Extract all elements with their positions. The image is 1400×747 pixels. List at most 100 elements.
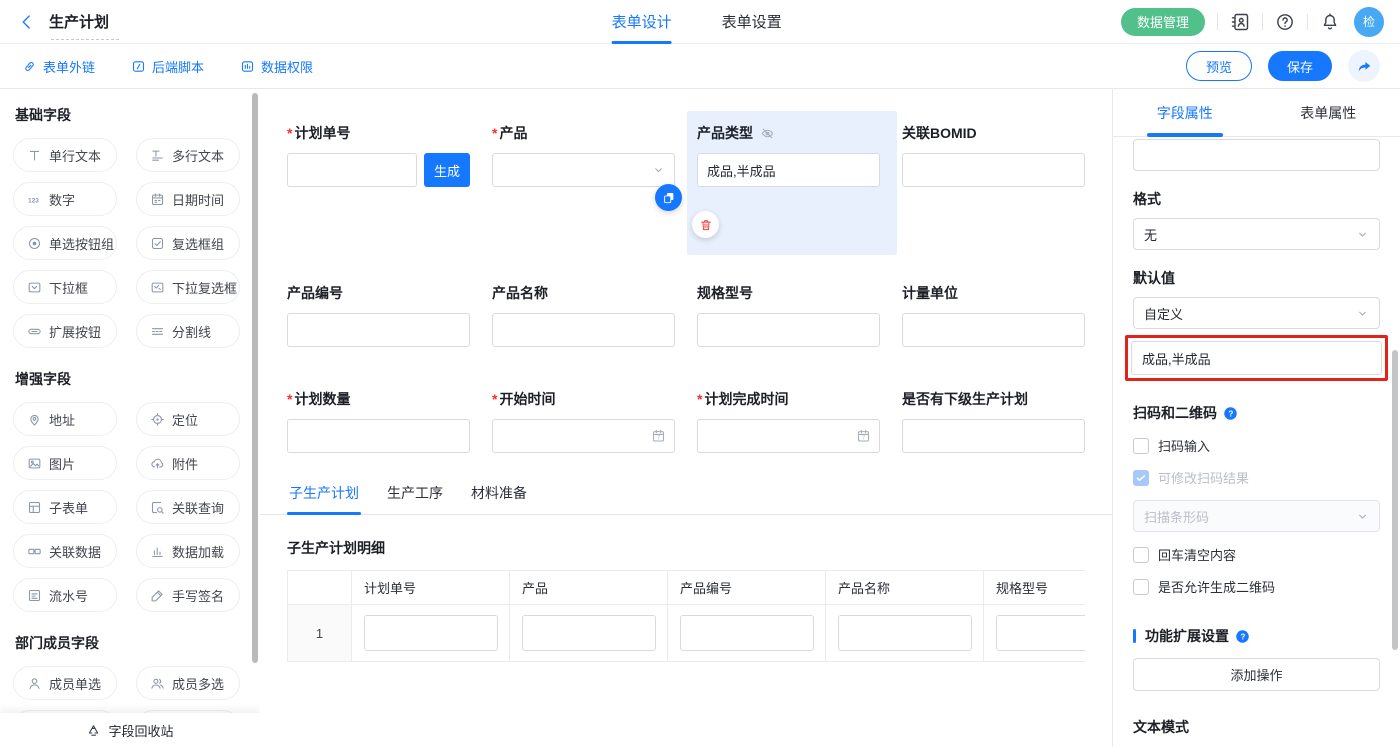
properties-tab-form[interactable]: 表单属性	[1257, 89, 1400, 136]
default-value-mode-select[interactable]: 自定义	[1133, 297, 1380, 329]
canvas-field-关联BOMID[interactable]: 关联BOMID	[902, 111, 1085, 241]
toolbar-link-数据权限[interactable]: 数据权限	[240, 57, 313, 76]
properties-scrollbar[interactable]	[1392, 350, 1398, 650]
properties-tab-field[interactable]: 字段属性	[1113, 89, 1257, 136]
scan-section-header: 扫码和二维码 ?	[1133, 403, 1380, 423]
field-pill-成员单选[interactable]: 成员单选	[13, 666, 117, 700]
canvas-field-计划单号[interactable]: *计划单号生成	[287, 111, 470, 241]
field-pill-定位[interactable]: 定位	[136, 402, 240, 436]
canvas-field-产品类型[interactable]: 产品类型	[697, 111, 880, 241]
format-label: 格式	[1133, 189, 1380, 209]
field-pill-子表单[interactable]: 子表单	[13, 490, 117, 524]
field-pill-label: 图片	[49, 454, 75, 473]
contacts-icon[interactable]	[1230, 12, 1250, 32]
field-input[interactable]	[697, 419, 880, 453]
field-pill-下拉复选框[interactable]: 下拉复选框	[136, 270, 240, 304]
field-input[interactable]	[287, 313, 470, 347]
canvas-field-产品名称[interactable]: 产品名称	[492, 271, 675, 347]
field-pill-关联数据[interactable]: 关联数据	[13, 534, 117, 568]
canvas-field-规格型号[interactable]: 规格型号	[697, 271, 880, 347]
field-input[interactable]	[492, 419, 675, 453]
delete-field-button[interactable]	[692, 211, 719, 238]
field-pill-下拉框[interactable]: 下拉框	[13, 270, 117, 304]
checkbox-unchecked[interactable]	[1133, 579, 1149, 595]
canvas-field-计划数量[interactable]: *计划数量	[287, 377, 470, 453]
field-pill-数据加载[interactable]: 数据加载	[136, 534, 240, 568]
checkbox-option-是否允许生成二维码[interactable]: 是否允许生成二维码	[1133, 577, 1380, 596]
generate-button[interactable]: 生成	[424, 153, 470, 187]
add-operation-button[interactable]: 添加操作	[1133, 658, 1380, 691]
question-icon[interactable]: ?	[1235, 629, 1250, 644]
main-tab-form-design[interactable]: 表单设计	[612, 0, 672, 44]
field-pill-关联查询[interactable]: 关联查询	[136, 490, 240, 524]
field-pill-手写签名[interactable]: 手写签名	[136, 578, 240, 612]
subtable-cell-input-计划单号[interactable]	[364, 615, 498, 651]
bell-icon[interactable]	[1320, 12, 1340, 32]
checkbox-option-回车清空内容[interactable]: 回车清空内容	[1133, 545, 1380, 564]
checkbox-unchecked[interactable]	[1133, 438, 1149, 454]
subform-tab-生产工序[interactable]: 生产工序	[385, 483, 445, 515]
preview-button[interactable]: 预览	[1186, 51, 1252, 81]
checkbox-option-扫码输入[interactable]: 扫码输入	[1133, 436, 1380, 455]
subtable-cell-input-产品[interactable]	[522, 615, 656, 651]
main-tab-form-settings[interactable]: 表单设置	[722, 0, 782, 44]
canvas-field-产品[interactable]: *产品	[492, 111, 675, 241]
field-pill-分割线[interactable]: 分割线	[136, 314, 240, 348]
field-pill-多行文本[interactable]: 多行文本	[136, 138, 240, 172]
field-pill-label: 分割线	[172, 322, 211, 341]
subtable-cell-input-产品名称[interactable]	[838, 615, 972, 651]
field-input[interactable]	[287, 419, 470, 453]
back-icon[interactable]	[18, 13, 36, 31]
field-pill-数字[interactable]: 123数字	[13, 182, 117, 216]
checkbox-unchecked[interactable]	[1133, 547, 1149, 563]
subform-tab-子生产计划[interactable]: 子生产计划	[287, 483, 361, 515]
field-pill-复选框组[interactable]: 复选框组	[136, 226, 240, 260]
canvas-field-产品编号[interactable]: 产品编号	[287, 271, 470, 347]
field-label: *计划单号	[287, 123, 470, 143]
share-button[interactable]	[1348, 50, 1380, 82]
field-pill-图片[interactable]: 图片	[13, 446, 117, 480]
field-pill-流水号[interactable]: 流水号	[13, 578, 117, 612]
field-pill-单行文本[interactable]: 单行文本	[13, 138, 117, 172]
subform-tab-材料准备[interactable]: 材料准备	[469, 483, 529, 515]
data-load-icon	[150, 544, 165, 559]
field-control	[492, 153, 675, 187]
subtable-cell-input-规格型号[interactable]	[996, 615, 1085, 651]
toolbar-link-表单外链[interactable]: 表单外链	[22, 57, 95, 76]
field-pill-日期时间[interactable]: 日期时间	[136, 182, 240, 216]
canvas-field-是否有下级生产计划[interactable]: 是否有下级生产计划	[902, 377, 1085, 453]
field-input[interactable]	[902, 313, 1085, 347]
field-label: 是否有下级生产计划	[902, 389, 1085, 409]
canvas-field-开始时间[interactable]: *开始时间7	[492, 377, 675, 453]
toolbar-link-后端脚本[interactable]: 后端脚本	[131, 57, 204, 76]
data-manage-button[interactable]: 数据管理	[1121, 8, 1205, 36]
field-input[interactable]	[492, 313, 675, 347]
default-value-input[interactable]	[1131, 341, 1382, 375]
save-button[interactable]: 保存	[1268, 51, 1332, 81]
format-select[interactable]: 无	[1133, 218, 1380, 250]
avatar[interactable]: 检	[1354, 7, 1384, 37]
help-icon[interactable]	[1275, 12, 1295, 32]
field-input[interactable]	[287, 153, 417, 187]
sidebar-scrollbar[interactable]	[252, 93, 258, 663]
field-input[interactable]	[697, 313, 880, 347]
field-title-input[interactable]	[1133, 139, 1380, 171]
field-input[interactable]	[902, 153, 1085, 187]
field-input[interactable]	[902, 419, 1085, 453]
field-input[interactable]	[492, 153, 675, 187]
top-header: 生产计划 表单设计表单设置 数据管理 检	[0, 0, 1400, 44]
copy-field-button[interactable]	[655, 184, 682, 211]
field-pill-成员多选[interactable]: 成员多选	[136, 666, 240, 700]
field-recycle-bin[interactable]: 字段回收站	[0, 713, 260, 747]
field-pill-附件[interactable]: 附件	[136, 446, 240, 480]
canvas-field-计量单位[interactable]: 计量单位	[902, 271, 1085, 347]
member-multi-icon	[150, 676, 165, 691]
canvas-field-计划完成时间[interactable]: *计划完成时间7	[697, 377, 880, 453]
checkbox-option-可修改扫码结果: 可修改扫码结果	[1133, 468, 1380, 487]
subtable-cell-input-产品编号[interactable]	[680, 615, 814, 651]
field-pill-地址[interactable]: 地址	[13, 402, 117, 436]
field-pill-单选按钮组[interactable]: 单选按钮组	[13, 226, 117, 260]
field-pill-扩展按钮[interactable]: 扩展按钮	[13, 314, 117, 348]
field-input[interactable]	[697, 153, 880, 187]
question-icon[interactable]: ?	[1223, 406, 1238, 421]
